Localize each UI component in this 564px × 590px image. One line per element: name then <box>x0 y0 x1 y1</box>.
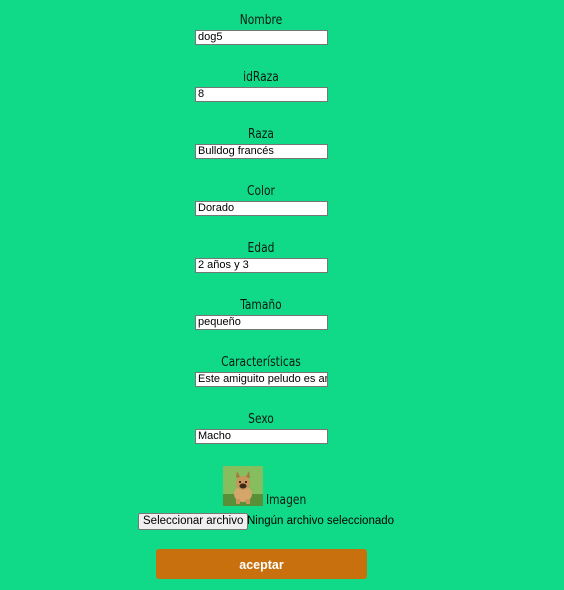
field-edad: Edad 2 años y 3 <box>0 240 522 273</box>
sexo-input[interactable]: Macho <box>195 429 328 444</box>
field-idraza: idRaza 8 <box>0 69 522 102</box>
file-status-text: Ningún archivo seleccionado <box>247 515 395 527</box>
field-label: Raza <box>248 126 274 142</box>
tamano-input[interactable]: pequeño <box>195 315 328 330</box>
field-sexo: Sexo Macho <box>0 411 522 444</box>
field-caracteristicas: Características Este amiguito peludo es … <box>0 354 522 387</box>
field-label: Color <box>247 183 275 199</box>
idraza-input[interactable]: 8 <box>195 87 328 102</box>
select-file-button[interactable]: Seleccionar archivo <box>138 513 249 530</box>
field-label: Tamaño <box>240 297 282 313</box>
caracteristicas-input[interactable]: Este amiguito peludo es am <box>195 372 328 387</box>
field-color: Color Dorado <box>0 183 522 216</box>
edad-input[interactable]: 2 años y 3 <box>195 258 328 273</box>
nombre-input[interactable]: dog5 <box>195 30 328 45</box>
field-label: Características <box>221 354 301 370</box>
field-nombre: Nombre dog5 <box>0 12 522 45</box>
field-label: idRaza <box>243 69 279 85</box>
field-label: Sexo <box>248 411 274 427</box>
image-label: Imagen <box>266 492 307 508</box>
field-tamano: Tamaño pequeño <box>0 297 522 330</box>
raza-input[interactable]: Bulldog francés <box>195 144 328 159</box>
color-input[interactable]: Dorado <box>195 201 328 216</box>
field-label: Edad <box>247 240 275 256</box>
field-label: Nombre <box>239 12 283 28</box>
dog-photo <box>223 466 263 506</box>
field-raza: Raza Bulldog francés <box>0 126 522 159</box>
submit-button[interactable]: aceptar <box>156 549 367 579</box>
